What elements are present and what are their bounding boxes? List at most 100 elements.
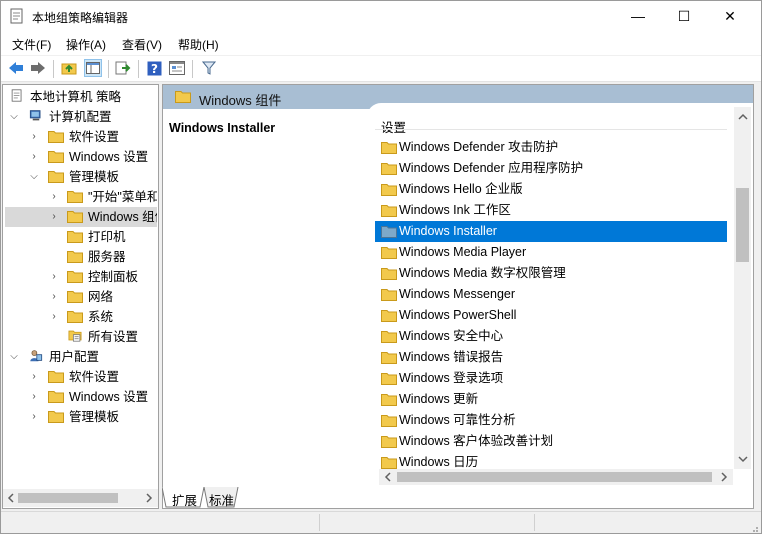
tree-item-label: 本地计算机 策略 [30, 90, 121, 104]
list-item[interactable]: Windows Hello 企业版 [375, 179, 727, 200]
chevron-right-icon[interactable]: › [49, 287, 59, 307]
tree-item-system[interactable]: › 系统 [5, 307, 157, 327]
back-button[interactable] [7, 59, 25, 77]
list-vertical-scrollbar[interactable] [734, 107, 751, 469]
scroll-down-icon[interactable] [738, 455, 748, 463]
scroll-left-icon[interactable] [7, 493, 15, 503]
list-item[interactable]: Windows 安全中心 [375, 326, 727, 347]
forward-button[interactable] [29, 59, 47, 77]
chevron-right-icon[interactable]: › [29, 387, 39, 407]
list-item[interactable]: Windows Ink 工作区 [375, 200, 727, 221]
chevron-right-icon[interactable]: › [29, 367, 39, 387]
scrollbar-thumb[interactable] [736, 188, 749, 262]
folder-icon [175, 91, 191, 103]
list-item[interactable]: Windows PowerShell [375, 305, 727, 326]
list-item[interactable]: Windows Defender 应用程序防护 [375, 158, 727, 179]
list-item[interactable]: Windows 客户体验改善计划 [375, 431, 727, 452]
tree-item-control-panel[interactable]: › 控制面板 [5, 267, 157, 287]
folder-icon [381, 415, 397, 427]
close-button[interactable]: ✕ [707, 1, 753, 31]
menu-file[interactable]: 文件(F) [12, 36, 51, 53]
tree-item-label: 打印机 [88, 230, 126, 244]
scroll-up-icon[interactable] [738, 113, 748, 121]
tree-item-all-settings[interactable]: 所有设置 [5, 327, 157, 347]
tab-standard[interactable]: 标准 [209, 490, 234, 509]
list-item[interactable]: Windows Defender 攻击防护 [375, 137, 727, 158]
menu-view[interactable]: 查看(V) [122, 36, 162, 53]
scroll-left-icon[interactable] [384, 472, 392, 482]
folder-icon [381, 394, 397, 406]
scroll-right-icon[interactable] [720, 472, 728, 482]
tree-item-windows-settings[interactable]: › Windows 设置 [5, 147, 157, 167]
list-item[interactable]: Windows Media 数字权限管理 [375, 263, 727, 284]
folder-icon [67, 191, 83, 203]
details-header-title: Windows 组件 [199, 93, 282, 108]
chevron-right-icon[interactable]: › [49, 207, 59, 227]
column-header-setting[interactable]: 设置 [381, 117, 406, 136]
show-hide-tree-button[interactable] [84, 59, 102, 77]
scroll-right-icon[interactable] [145, 493, 153, 503]
chevron-right-icon[interactable]: › [49, 307, 59, 327]
chevron-right-icon[interactable]: › [49, 267, 59, 287]
resize-grip-icon[interactable] [749, 522, 759, 532]
tree-item-user-admin-templates[interactable]: › 管理模板 [5, 407, 157, 427]
selected-item-description-title: Windows Installer [169, 121, 276, 135]
list-item[interactable]: Windows 日历 [375, 452, 727, 469]
tree-item-user-config[interactable]: ⌵ 用户配置 [5, 347, 157, 367]
chevron-down-icon[interactable]: ⌵ [29, 167, 39, 187]
folder-icon [381, 226, 397, 238]
list-item[interactable]: Windows 登录选项 [375, 368, 727, 389]
toolbar-separator [138, 60, 139, 78]
list-item[interactable]: Windows Media Player [375, 242, 727, 263]
tree-item-user-software-settings[interactable]: › 软件设置 [5, 367, 157, 387]
export-list-button[interactable] [114, 59, 132, 77]
list-item[interactable]: Windows 可靠性分析 [375, 410, 727, 431]
chevron-right-icon[interactable]: › [49, 187, 59, 207]
tree-item-admin-templates[interactable]: ⌵ 管理模板 [5, 167, 157, 187]
forward-arrow-icon [31, 62, 45, 74]
list-item-selected[interactable]: Windows Installer [375, 221, 727, 242]
chevron-right-icon[interactable]: › [29, 127, 39, 147]
chevron-down-icon[interactable]: ⌵ [9, 347, 19, 367]
minimize-icon: — [631, 8, 645, 24]
list-item-label: Windows Messenger [399, 287, 516, 301]
list-item-label: Windows Defender 攻击防护 [399, 140, 559, 154]
scrollbar-thumb[interactable] [18, 493, 118, 503]
list-item[interactable]: Windows Messenger [375, 284, 727, 305]
help-button[interactable]: ? [145, 59, 163, 77]
minimize-button[interactable]: — [615, 1, 661, 31]
tree-horizontal-scrollbar[interactable] [3, 489, 158, 507]
maximize-button[interactable]: ☐ [661, 1, 707, 31]
menu-help[interactable]: 帮助(H) [178, 36, 219, 53]
properties-icon [169, 61, 185, 75]
filter-button[interactable] [200, 59, 218, 77]
tree-item-computer-config[interactable]: ⌵ 计算机配置 [5, 107, 157, 127]
up-one-level-button[interactable] [60, 59, 78, 77]
list-horizontal-scrollbar[interactable] [379, 469, 733, 485]
policy-editor-app-icon [10, 8, 23, 24]
folder-icon [381, 436, 397, 448]
list-item[interactable]: Windows 错误报告 [375, 347, 727, 368]
chevron-down-icon[interactable]: ⌵ [9, 107, 19, 127]
tree-item-printers[interactable]: 打印机 [5, 227, 157, 247]
filter-icon [202, 61, 216, 75]
menu-action[interactable]: 操作(A) [66, 36, 106, 53]
tree-item-local-computer-policy[interactable]: 本地计算机 策略 [5, 87, 157, 107]
tree-item-windows-components[interactable]: › Windows 组件 [5, 207, 157, 227]
properties-button[interactable] [168, 59, 186, 77]
chevron-right-icon[interactable]: › [29, 407, 39, 427]
tree-item-software-settings[interactable]: › 软件设置 [5, 127, 157, 147]
scrollbar-thumb[interactable] [397, 472, 712, 482]
tree-item-network[interactable]: › 网络 [5, 287, 157, 307]
toolbar-separator [192, 60, 193, 78]
status-section [534, 514, 535, 531]
list-item[interactable]: Windows 更新 [375, 389, 727, 410]
tree-item-label: Windows 设置 [69, 390, 149, 404]
tree-item-start-menu[interactable]: › "开始"菜单和 [5, 187, 157, 207]
list-item-label: Windows 日历 [399, 455, 479, 469]
list-item-label: Windows 可靠性分析 [399, 413, 516, 427]
tab-extended[interactable]: 扩展 [172, 490, 197, 509]
tree-item-server[interactable]: 服务器 [5, 247, 157, 267]
chevron-right-icon[interactable]: › [29, 147, 39, 167]
tree-item-user-windows-settings[interactable]: › Windows 设置 [5, 387, 157, 407]
